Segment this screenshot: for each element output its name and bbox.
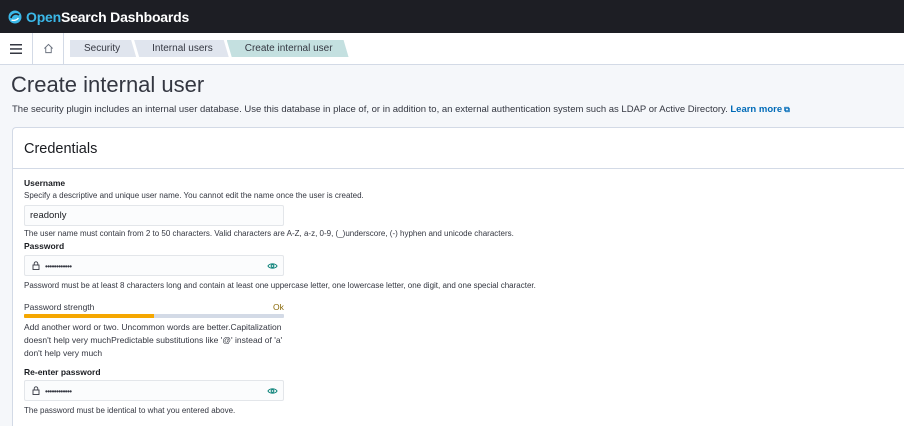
username-help: The user name must contain from 2 to 50 … [24, 229, 514, 238]
password-strength-bar [24, 314, 284, 318]
username-value: readonly [30, 210, 67, 221]
breadcrumb: Security Internal users Create internal … [70, 40, 347, 57]
page-description: The security plugin includes an internal… [12, 104, 790, 115]
password-strength-fill [24, 314, 154, 318]
password-strength-value: Ok [273, 302, 284, 312]
menu-button[interactable] [0, 33, 32, 65]
home-icon [43, 43, 53, 54]
password-strength-feedback: Add another word or two. Uncommon words … [24, 322, 283, 358]
app-logo-text[interactable]: OpenSearch Dashboards [26, 9, 189, 25]
reenter-password-masked-value: •••••••••••• [45, 386, 72, 396]
header-bar: OpenSearch Dashboards [0, 0, 904, 33]
password-help: Password must be at least 8 characters l… [24, 281, 536, 290]
panel-divider [13, 168, 904, 169]
nav-bar: Security Internal users Create internal … [0, 32, 904, 65]
password-label: Password [24, 241, 65, 251]
username-description: Specify a descriptive and unique user na… [24, 191, 364, 200]
reenter-password-label: Re-enter password [24, 367, 101, 377]
hamburger-icon [10, 43, 22, 54]
breadcrumb-create-internal-user: Create internal user [227, 40, 349, 57]
external-link-icon: ⧉ [784, 105, 790, 114]
username-input[interactable]: readonly [24, 205, 284, 226]
breadcrumb-security[interactable]: Security [70, 40, 136, 57]
opensearch-logo-icon [8, 10, 22, 23]
reenter-password-input[interactable]: •••••••••••• [24, 380, 284, 401]
learn-more-link[interactable]: Learn more ⧉ [730, 104, 789, 115]
reenter-password-help: The password must be identical to what y… [24, 406, 236, 415]
password-masked-value: •••••••••••• [45, 261, 72, 271]
show-password-eye-icon[interactable] [261, 255, 283, 276]
page-description-text: The security plugin includes an internal… [12, 104, 728, 115]
password-strength-label: Password strength [24, 302, 95, 312]
username-label: Username [24, 178, 66, 188]
password-input[interactable]: •••••••••••• [24, 255, 284, 276]
lock-icon [27, 261, 45, 270]
show-reenter-password-eye-icon[interactable] [261, 380, 283, 401]
lock-icon [27, 386, 45, 395]
page-title: Create internal user [11, 72, 205, 97]
home-button[interactable] [32, 32, 64, 65]
credentials-panel: Credentials Username Specify a descripti… [12, 127, 904, 426]
breadcrumb-internal-users[interactable]: Internal users [134, 40, 229, 57]
credentials-title: Credentials [24, 141, 98, 157]
